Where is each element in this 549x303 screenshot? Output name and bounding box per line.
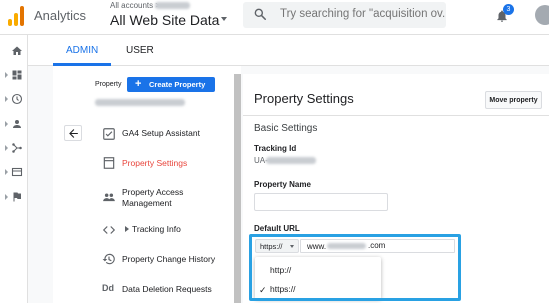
- behavior-icon: [11, 167, 23, 177]
- people-icon: [103, 193, 115, 202]
- rail-item-home[interactable]: [2, 42, 26, 60]
- expand-arrow-icon: [5, 145, 8, 151]
- tracking-id-label: Tracking Id: [254, 144, 297, 153]
- account-breadcrumb[interactable]: All accounts >: [110, 1, 160, 10]
- account-prefix: All accounts: [110, 1, 154, 10]
- menu-item-access-management[interactable]: Property Access Management: [95, 183, 235, 211]
- menu-item-ga4-setup[interactable]: GA4 Setup Assistant: [95, 120, 235, 148]
- dashboard-icon: [12, 70, 22, 80]
- tab-user[interactable]: USER: [126, 45, 154, 56]
- person-icon: [13, 120, 21, 128]
- rail-item-customization[interactable]: [2, 66, 26, 84]
- checklist-icon: [103, 128, 115, 140]
- search-icon[interactable]: [253, 7, 267, 21]
- page-title: Property Settings: [254, 91, 354, 106]
- property-selector-redacted[interactable]: [95, 99, 185, 106]
- flag-icon: [13, 192, 21, 202]
- chevron-down-icon[interactable]: [221, 17, 227, 21]
- menu-label: Property Change History: [122, 254, 216, 264]
- history-icon: [102, 253, 115, 265]
- menu-label: Property Settings: [122, 158, 188, 168]
- code-icon: [102, 226, 116, 234]
- rail-item-conversions[interactable]: [2, 188, 26, 206]
- property-name-label: Property Name: [254, 180, 311, 189]
- avatar[interactable]: [535, 5, 549, 25]
- notification-badge: 3: [503, 4, 514, 15]
- rail-item-audience[interactable]: [2, 115, 26, 133]
- expand-arrow-icon: [125, 226, 129, 232]
- left-nav-rail: [0, 35, 28, 303]
- expand-arrow-icon: [5, 194, 8, 200]
- menu-item-change-history[interactable]: Property Change History: [95, 245, 235, 273]
- arrow-left-icon: [69, 129, 78, 138]
- dd-icon: Dd: [102, 283, 114, 293]
- menu-item-property-settings[interactable]: Property Settings: [95, 149, 235, 177]
- back-button[interactable]: [64, 125, 82, 141]
- expand-arrow-icon: [5, 72, 8, 78]
- menu-item-data-deletion[interactable]: Dd Data Deletion Requests: [95, 275, 235, 303]
- clock-icon: [11, 93, 23, 105]
- menu-label: Tracking Info: [132, 224, 181, 234]
- tracking-id-redacted: [266, 157, 316, 164]
- property-name-field[interactable]: [254, 193, 388, 211]
- tab-admin[interactable]: ADMIN: [66, 45, 98, 56]
- property-view-selector[interactable]: All Web Site Data: [110, 12, 219, 28]
- analytics-logo[interactable]: [8, 6, 26, 26]
- menu-item-tracking-info[interactable]: Tracking Info: [95, 216, 235, 244]
- home-icon: [12, 46, 22, 55]
- divider: [243, 115, 549, 116]
- account-name-redacted: [155, 2, 190, 9]
- rail-item-realtime[interactable]: [2, 90, 26, 108]
- plus-icon: +: [135, 78, 142, 90]
- app-name: Analytics: [34, 8, 87, 23]
- rail-item-behavior[interactable]: [2, 163, 26, 181]
- settings-page-icon: [103, 157, 115, 169]
- expand-arrow-icon: [5, 96, 8, 102]
- section-title: Basic Settings: [254, 123, 318, 134]
- rail-item-acquisition[interactable]: [2, 139, 26, 157]
- menu-label: Data Deletion Requests: [122, 284, 212, 294]
- default-url-label: Default URL: [254, 224, 300, 233]
- move-property-button[interactable]: Move property: [485, 91, 542, 109]
- tab-bar: [28, 35, 549, 66]
- admin-column-scrollbar[interactable]: [234, 74, 241, 303]
- highlight-box: [249, 234, 461, 301]
- search-input[interactable]: [280, 7, 446, 21]
- expand-arrow-icon: [5, 121, 8, 127]
- property-column-label: Property: [95, 81, 122, 88]
- expand-arrow-icon: [5, 169, 8, 175]
- menu-label: Property Access Management: [122, 187, 184, 208]
- menu-label: GA4 Setup Assistant: [122, 128, 200, 138]
- acquisition-icon: [12, 143, 22, 153]
